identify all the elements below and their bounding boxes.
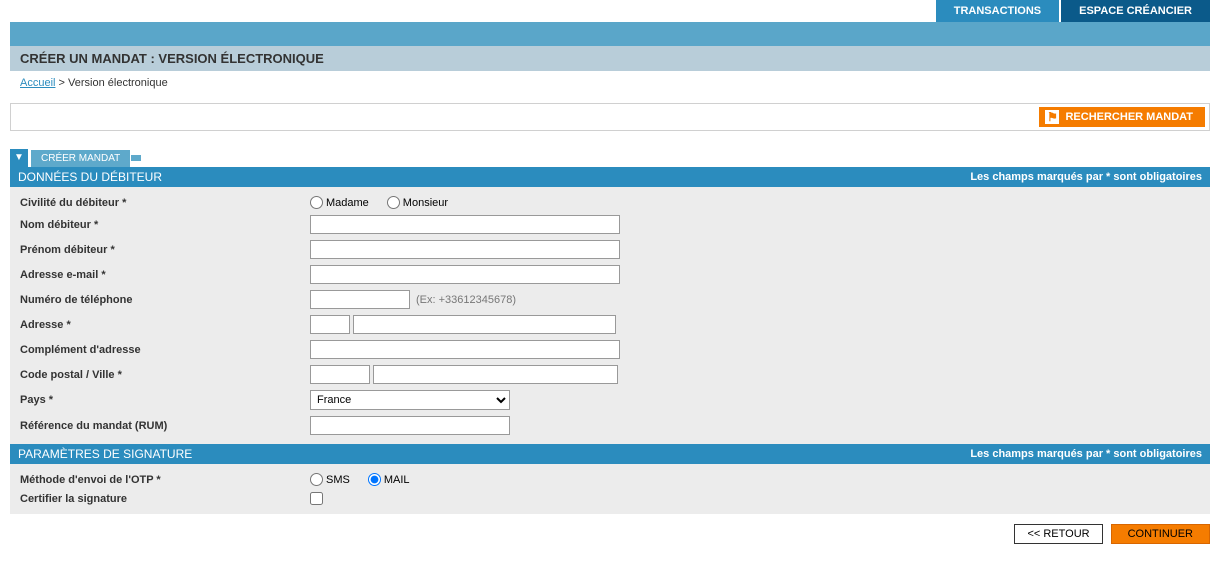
civilite-monsieur-label: Monsieur	[403, 197, 448, 209]
otp-sms-radio[interactable]	[310, 473, 323, 486]
tab-espace-creancier[interactable]: ESPACE CRÉANCIER	[1061, 0, 1210, 22]
required-note-sign: Les champs marqués par * sont obligatoir…	[970, 448, 1202, 460]
email-label: Adresse e-mail *	[10, 269, 310, 281]
civilite-monsieur-radio[interactable]	[387, 196, 400, 209]
prenom-input[interactable]	[310, 240, 620, 259]
section-sign-header: PARAMÈTRES DE SIGNATURE Les champs marqu…	[10, 444, 1210, 464]
section-sign-title: PARAMÈTRES DE SIGNATURE	[18, 447, 192, 461]
tab-create-mandate[interactable]: CRÉER MANDAT	[31, 150, 131, 167]
nom-input[interactable]	[310, 215, 620, 234]
certifier-label: Certifier la signature	[10, 493, 310, 505]
tab-spacer	[131, 155, 141, 161]
adresse-street-input[interactable]	[353, 315, 616, 334]
complement-label: Complément d'adresse	[10, 344, 310, 356]
cp-ville-label: Code postal / Ville *	[10, 369, 310, 381]
adresse-label: Adresse *	[10, 319, 310, 331]
civilite-label: Civilité du débiteur *	[10, 197, 310, 209]
rum-label: Référence du mandat (RUM)	[10, 420, 310, 432]
tel-label: Numéro de téléphone	[10, 294, 310, 306]
search-mandate-label: RECHERCHER MANDAT	[1065, 111, 1193, 123]
tab-transactions[interactable]: TRANSACTIONS	[936, 0, 1059, 22]
ville-input[interactable]	[373, 365, 618, 384]
required-note-debtor: Les champs marqués par * sont obligatoir…	[970, 171, 1202, 183]
search-bar: ⚑ RECHERCHER MANDAT	[10, 103, 1210, 131]
search-run-icon: ⚑	[1045, 110, 1059, 124]
tel-hint: (Ex: +33612345678)	[416, 294, 516, 306]
breadcrumb-home[interactable]: Accueil	[20, 77, 55, 89]
civilite-madame-label: Madame	[326, 197, 369, 209]
tab-dropdown-icon[interactable]	[10, 149, 28, 167]
continuer-button[interactable]: CONTINUER	[1111, 524, 1210, 544]
adresse-num-input[interactable]	[310, 315, 350, 334]
complement-input[interactable]	[310, 340, 620, 359]
sign-form: Méthode d'envoi de l'OTP * SMS MAIL Cert…	[10, 464, 1210, 514]
otp-label: Méthode d'envoi de l'OTP *	[10, 474, 310, 486]
debtor-form: Civilité du débiteur * Madame Monsieur N…	[10, 187, 1210, 444]
email-input[interactable]	[310, 265, 620, 284]
otp-sms-label: SMS	[326, 474, 350, 486]
section-debtor-header: DONNÉES DU DÉBITEUR Les champs marqués p…	[10, 167, 1210, 187]
retour-button[interactable]: << RETOUR	[1014, 524, 1102, 544]
prenom-label: Prénom débiteur *	[10, 244, 310, 256]
civilite-madame-radio[interactable]	[310, 196, 323, 209]
breadcrumb-current: Version électronique	[68, 77, 168, 89]
page-title: CRÉER UN MANDAT : VERSION ÉLECTRONIQUE	[10, 46, 1210, 71]
breadcrumb-sep: >	[55, 77, 68, 89]
otp-mail-radio[interactable]	[368, 473, 381, 486]
pays-label: Pays *	[10, 394, 310, 406]
header-bar	[10, 22, 1210, 46]
certifier-checkbox[interactable]	[310, 492, 323, 505]
cp-input[interactable]	[310, 365, 370, 384]
section-debtor-title: DONNÉES DU DÉBITEUR	[18, 170, 162, 184]
nom-label: Nom débiteur *	[10, 219, 310, 231]
pays-select[interactable]: France	[310, 390, 510, 410]
rum-input[interactable]	[310, 416, 510, 435]
tel-input[interactable]	[310, 290, 410, 309]
search-mandate-button[interactable]: ⚑ RECHERCHER MANDAT	[1039, 107, 1205, 127]
otp-mail-label: MAIL	[384, 474, 410, 486]
breadcrumb: Accueil > Version électronique	[0, 74, 1220, 103]
